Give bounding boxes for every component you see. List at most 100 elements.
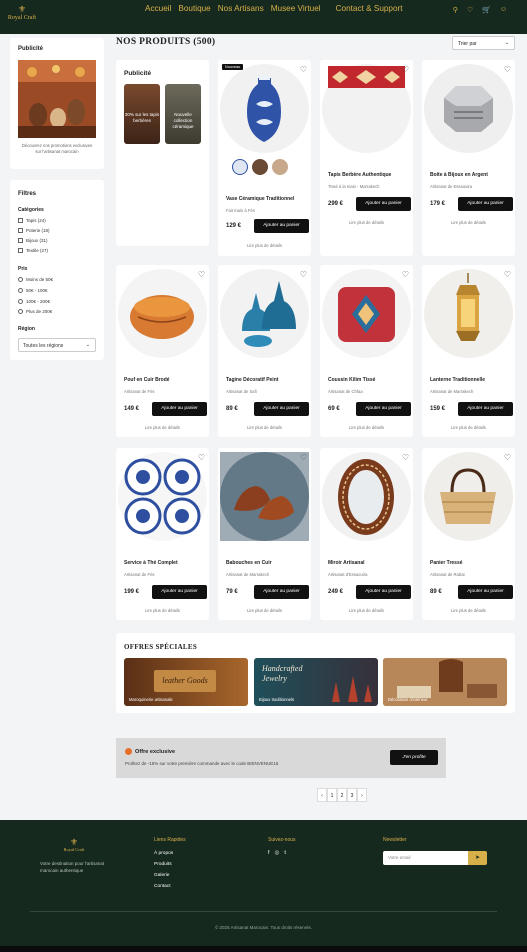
- heart-icon[interactable]: ♡: [198, 453, 205, 462]
- product-card[interactable]: ♡ Panier Tressé Artisanat de Rabat 89 € …: [422, 448, 515, 620]
- offer-banner-jewelry[interactable]: Handcrafted Jewelry Bijoux traditionnels: [254, 658, 378, 706]
- add-to-cart-button[interactable]: Ajouter au panier: [152, 402, 207, 416]
- details-link[interactable]: Lire plus de détails: [422, 220, 515, 225]
- price-radio[interactable]: 50€ - 100€: [18, 288, 48, 293]
- product-card[interactable]: ♡ Coussin Kilim Tissé Artisanat de Chfaa…: [320, 265, 413, 437]
- checkbox-icon[interactable]: [18, 248, 23, 253]
- details-link[interactable]: Lire plus de détails: [218, 425, 311, 430]
- product-image[interactable]: [118, 269, 207, 358]
- ad-tile-rugs[interactable]: 30% sur les tapis berbères: [124, 84, 160, 144]
- newsletter-email-input[interactable]: Votre email: [383, 851, 468, 865]
- details-link[interactable]: Lire plus de détails: [422, 425, 515, 430]
- footer-link-gallery[interactable]: Galerie: [154, 873, 173, 878]
- nav-link-boutique[interactable]: Boutique: [178, 4, 210, 13]
- heart-icon[interactable]: ♡: [402, 453, 409, 462]
- add-to-cart-button[interactable]: Ajouter au panier: [254, 219, 309, 233]
- price-radio[interactable]: Plus de 200€: [18, 309, 52, 314]
- product-card[interactable]: ♡ Lanterne Traditionnelle Artisanat de M…: [422, 265, 515, 437]
- twitter-icon[interactable]: t: [284, 850, 286, 856]
- heart-icon[interactable]: ♡: [402, 270, 409, 279]
- checkbox-icon[interactable]: [18, 238, 23, 243]
- add-to-cart-button[interactable]: Ajouter au panier: [458, 197, 513, 211]
- product-image[interactable]: [322, 452, 411, 541]
- search-icon[interactable]: ⚲: [453, 6, 458, 14]
- heart-icon[interactable]: ♡: [300, 270, 307, 279]
- details-link[interactable]: Lire plus de détails: [116, 608, 209, 613]
- nav-link-artisans[interactable]: Nos Artisans: [218, 4, 264, 13]
- checkbox-icon[interactable]: [18, 218, 23, 223]
- add-to-cart-button[interactable]: Ajouter au panier: [356, 585, 411, 599]
- nav-link-accueil[interactable]: Accueil: [145, 4, 171, 13]
- add-to-cart-button[interactable]: Ajouter au panier: [458, 402, 513, 416]
- product-image[interactable]: [322, 64, 411, 153]
- price-radio[interactable]: Moins de 50€: [18, 277, 53, 282]
- product-card[interactable]: ♡ Tapis Berbère Authentique Tissé à la m…: [320, 60, 413, 256]
- product-image[interactable]: [220, 269, 309, 358]
- details-link[interactable]: Lire plus de détails: [320, 220, 413, 225]
- add-to-cart-button[interactable]: Ajouter au panier: [152, 585, 207, 599]
- radio-icon[interactable]: [18, 299, 23, 304]
- heart-icon[interactable]: ♡: [300, 453, 307, 462]
- product-card[interactable]: ♡ Miroir Artisanal Artisanat d'Essaouira…: [320, 448, 413, 620]
- product-image[interactable]: [118, 452, 207, 541]
- prev-page-button[interactable]: ‹: [317, 788, 327, 802]
- price-radio[interactable]: 100€ - 200€: [18, 299, 50, 304]
- details-link[interactable]: Lire plus de détails: [116, 425, 209, 430]
- product-image[interactable]: [220, 64, 309, 153]
- product-card[interactable]: ♡ Pouf en Cuir Brodé Artisanat de Fès 14…: [116, 265, 209, 437]
- category-checkbox[interactable]: Poterie (18): [18, 228, 50, 233]
- product-image[interactable]: [424, 452, 513, 541]
- region-select[interactable]: Toutes les régions ⌄: [18, 338, 96, 352]
- footer-link-products[interactable]: Produits: [154, 862, 173, 867]
- cart-icon[interactable]: 🛒: [482, 6, 491, 14]
- details-link[interactable]: Lire plus de détails: [218, 243, 311, 248]
- details-link[interactable]: Lire plus de détails: [320, 425, 413, 430]
- sidebar-ad-image[interactable]: [18, 60, 96, 138]
- offer-banner-leather[interactable]: leather Goods Maroquinerie artisanale: [124, 658, 248, 706]
- facebook-icon[interactable]: f: [268, 850, 270, 856]
- add-to-cart-button[interactable]: Ajouter au panier: [458, 585, 513, 599]
- heart-icon[interactable]: ♡: [504, 453, 511, 462]
- details-link[interactable]: Lire plus de détails: [320, 608, 413, 613]
- category-checkbox[interactable]: Tapis (24): [18, 218, 46, 223]
- thumbnail[interactable]: [272, 159, 288, 175]
- offer-banner-decor[interactable]: Décoration d'intérieur: [383, 658, 507, 706]
- product-card[interactable]: ♡ Babouches en Cuir Artisanat de Marrake…: [218, 448, 311, 620]
- add-to-cart-button[interactable]: Ajouter au panier: [356, 197, 411, 211]
- product-image[interactable]: [220, 452, 309, 541]
- product-card[interactable]: ♡ Service à Thé Complet Artisanat de Fès…: [116, 448, 209, 620]
- send-icon[interactable]: ➤: [468, 851, 487, 865]
- heart-icon[interactable]: ♡: [402, 65, 409, 74]
- heart-icon[interactable]: ♡: [198, 270, 205, 279]
- sort-select[interactable]: Trier par ⌄: [452, 36, 515, 50]
- heart-icon[interactable]: ♡: [467, 6, 473, 14]
- nav-link-musee[interactable]: Musee Virtuel: [271, 4, 321, 13]
- product-image[interactable]: [424, 269, 513, 358]
- thumbnail[interactable]: [232, 159, 248, 175]
- nav-link-contact[interactable]: Contact & Support: [336, 4, 403, 13]
- footer-link-about[interactable]: À propos: [154, 851, 173, 856]
- heart-icon[interactable]: ♡: [504, 270, 511, 279]
- heart-icon[interactable]: ♡: [504, 65, 511, 74]
- thumbnail[interactable]: [252, 159, 268, 175]
- brand-logo[interactable]: ⚜ Royal Craft: [6, 5, 38, 22]
- add-to-cart-button[interactable]: Ajouter au panier: [254, 585, 309, 599]
- radio-icon[interactable]: [18, 277, 23, 282]
- heart-icon[interactable]: ♡: [300, 65, 307, 74]
- page-3-button[interactable]: 3: [347, 788, 357, 802]
- instagram-icon[interactable]: ◎: [275, 850, 280, 856]
- category-checkbox[interactable]: Bijoux (31): [18, 238, 48, 243]
- footer-link-contact[interactable]: Contact: [154, 884, 173, 889]
- product-card[interactable]: ♡ Boite à Bijoux en Argent Artisanat de …: [422, 60, 515, 256]
- page-1-button[interactable]: 1: [327, 788, 337, 802]
- next-page-button[interactable]: ›: [357, 788, 367, 802]
- radio-icon[interactable]: [18, 288, 23, 293]
- radio-icon[interactable]: [18, 309, 23, 314]
- product-card[interactable]: ♡ Tagine Décoratif Peint Artisanat de Sa…: [218, 265, 311, 437]
- details-link[interactable]: Lire plus de détails: [218, 608, 311, 613]
- page-2-button[interactable]: 2: [337, 788, 347, 802]
- add-to-cart-button[interactable]: Ajouter au panier: [254, 402, 309, 416]
- product-image[interactable]: [424, 64, 513, 153]
- promo-button[interactable]: J'en profite: [390, 750, 438, 765]
- details-link[interactable]: Lire plus de détails: [422, 608, 515, 613]
